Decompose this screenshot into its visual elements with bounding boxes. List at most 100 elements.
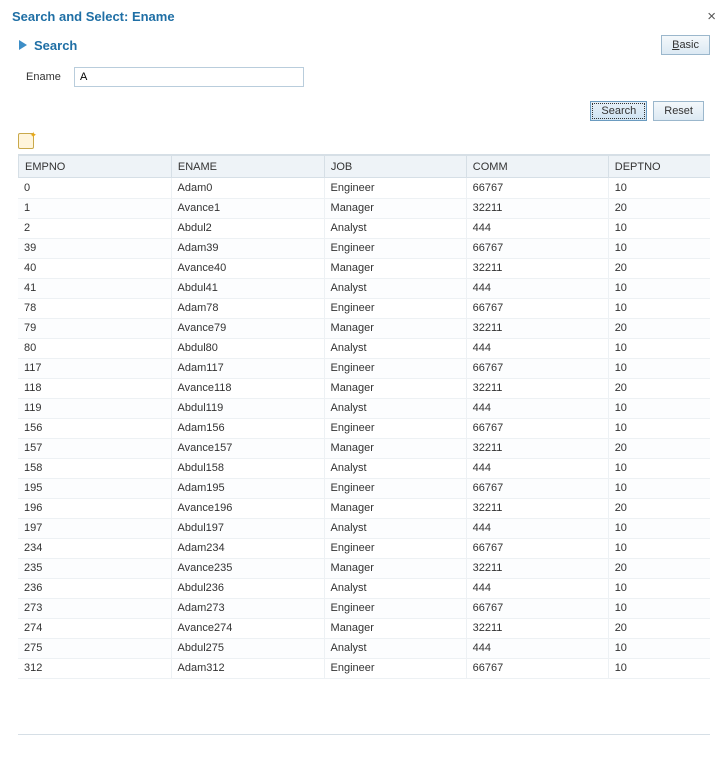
table-row[interactable]: 195Adam195Engineer6676710 [18,478,710,498]
table-row[interactable]: 79Avance79Manager3221120 [18,318,710,338]
cell[interactable]: 32211 [466,498,608,518]
cell[interactable]: 273 [18,598,171,618]
cell[interactable]: 119 [18,398,171,418]
table-row[interactable]: 39Adam39Engineer6676710 [18,238,710,258]
cell[interactable]: 118 [18,378,171,398]
cell[interactable]: Adam0 [171,178,324,198]
cell[interactable]: Engineer [324,178,466,198]
cell[interactable]: 10 [608,598,710,618]
cell[interactable]: 274 [18,618,171,638]
cell[interactable]: 66767 [466,298,608,318]
cell[interactable]: 20 [608,618,710,638]
cell[interactable]: 20 [608,378,710,398]
cell[interactable]: Engineer [324,598,466,618]
cell[interactable]: 10 [608,358,710,378]
cell[interactable]: Analyst [324,638,466,658]
cell[interactable]: Adam234 [171,538,324,558]
col-deptno[interactable]: DEPTNO [608,156,710,178]
cell[interactable]: Manager [324,198,466,218]
cell[interactable]: 66767 [466,358,608,378]
cell[interactable]: 158 [18,458,171,478]
table-row[interactable]: 117Adam117Engineer6676710 [18,358,710,378]
cell[interactable]: 20 [608,498,710,518]
cell[interactable]: 196 [18,498,171,518]
cell[interactable]: Abdul119 [171,398,324,418]
cell[interactable]: Analyst [324,278,466,298]
cell[interactable]: 10 [608,578,710,598]
cell[interactable]: 80 [18,338,171,358]
cell[interactable]: Adam39 [171,238,324,258]
cell[interactable]: 234 [18,538,171,558]
cell[interactable]: 20 [608,318,710,338]
cell[interactable]: Avance1 [171,198,324,218]
cell[interactable]: 20 [608,438,710,458]
table-row[interactable]: 235Avance235Manager3221120 [18,558,710,578]
cell[interactable]: 32211 [466,558,608,578]
cell[interactable]: 41 [18,278,171,298]
cell[interactable]: Manager [324,558,466,578]
cell[interactable]: 66767 [466,418,608,438]
cell[interactable]: 10 [608,638,710,658]
cell[interactable]: Engineer [324,298,466,318]
table-row[interactable]: 156Adam156Engineer6676710 [18,418,710,438]
cell[interactable]: 10 [608,278,710,298]
cell[interactable]: Abdul197 [171,518,324,538]
cell[interactable]: 20 [608,258,710,278]
cell[interactable]: Adam117 [171,358,324,378]
cell[interactable]: 20 [608,198,710,218]
cell[interactable]: 10 [608,418,710,438]
cell[interactable]: 10 [608,178,710,198]
cell[interactable]: 0 [18,178,171,198]
table-row[interactable]: 274Avance274Manager3221120 [18,618,710,638]
cell[interactable]: Manager [324,618,466,638]
cell[interactable]: 1 [18,198,171,218]
table-row[interactable]: 0Adam0Engineer6676710 [18,178,710,198]
cell[interactable]: 66767 [466,538,608,558]
cell[interactable]: Abdul275 [171,638,324,658]
table-row[interactable]: 157Avance157Manager3221120 [18,438,710,458]
col-ename[interactable]: ENAME [171,156,324,178]
cell[interactable]: 66767 [466,238,608,258]
cell[interactable]: 444 [466,638,608,658]
cell[interactable]: Engineer [324,358,466,378]
cell[interactable]: Manager [324,318,466,338]
table-row[interactable]: 2Abdul2Analyst44410 [18,218,710,238]
cell[interactable]: Abdul236 [171,578,324,598]
cell[interactable]: 66767 [466,598,608,618]
cell[interactable]: Adam195 [171,478,324,498]
cell[interactable]: Engineer [324,238,466,258]
cell[interactable]: 444 [466,578,608,598]
cell[interactable]: 10 [608,478,710,498]
table-row[interactable]: 78Adam78Engineer6676710 [18,298,710,318]
ename-input[interactable] [74,67,304,87]
cell[interactable]: 32211 [466,258,608,278]
table-row[interactable]: 234Adam234Engineer6676710 [18,538,710,558]
table-row[interactable]: 158Abdul158Analyst44410 [18,458,710,478]
new-record-icon[interactable] [18,133,34,149]
close-icon[interactable]: × [707,8,716,25]
cell[interactable]: Adam156 [171,418,324,438]
cell[interactable]: Analyst [324,218,466,238]
cell[interactable]: 66767 [466,178,608,198]
cell[interactable]: Adam312 [171,658,324,678]
cell[interactable]: 10 [608,518,710,538]
cell[interactable]: 10 [608,538,710,558]
cell[interactable]: 444 [466,338,608,358]
cell[interactable]: 444 [466,218,608,238]
cell[interactable]: 66767 [466,478,608,498]
cell[interactable]: 117 [18,358,171,378]
cell[interactable]: Avance157 [171,438,324,458]
cell[interactable]: 10 [608,658,710,678]
table-row[interactable]: 236Abdul236Analyst44410 [18,578,710,598]
cell[interactable]: Avance40 [171,258,324,278]
cell[interactable]: 2 [18,218,171,238]
cell[interactable]: 275 [18,638,171,658]
cell[interactable]: Engineer [324,418,466,438]
cell[interactable]: 157 [18,438,171,458]
basic-button[interactable]: Basic [661,35,710,55]
cell[interactable]: 32211 [466,378,608,398]
search-button[interactable]: Search [590,101,647,121]
cell[interactable]: 236 [18,578,171,598]
cell[interactable]: Abdul2 [171,218,324,238]
table-row[interactable]: 197Abdul197Analyst44410 [18,518,710,538]
